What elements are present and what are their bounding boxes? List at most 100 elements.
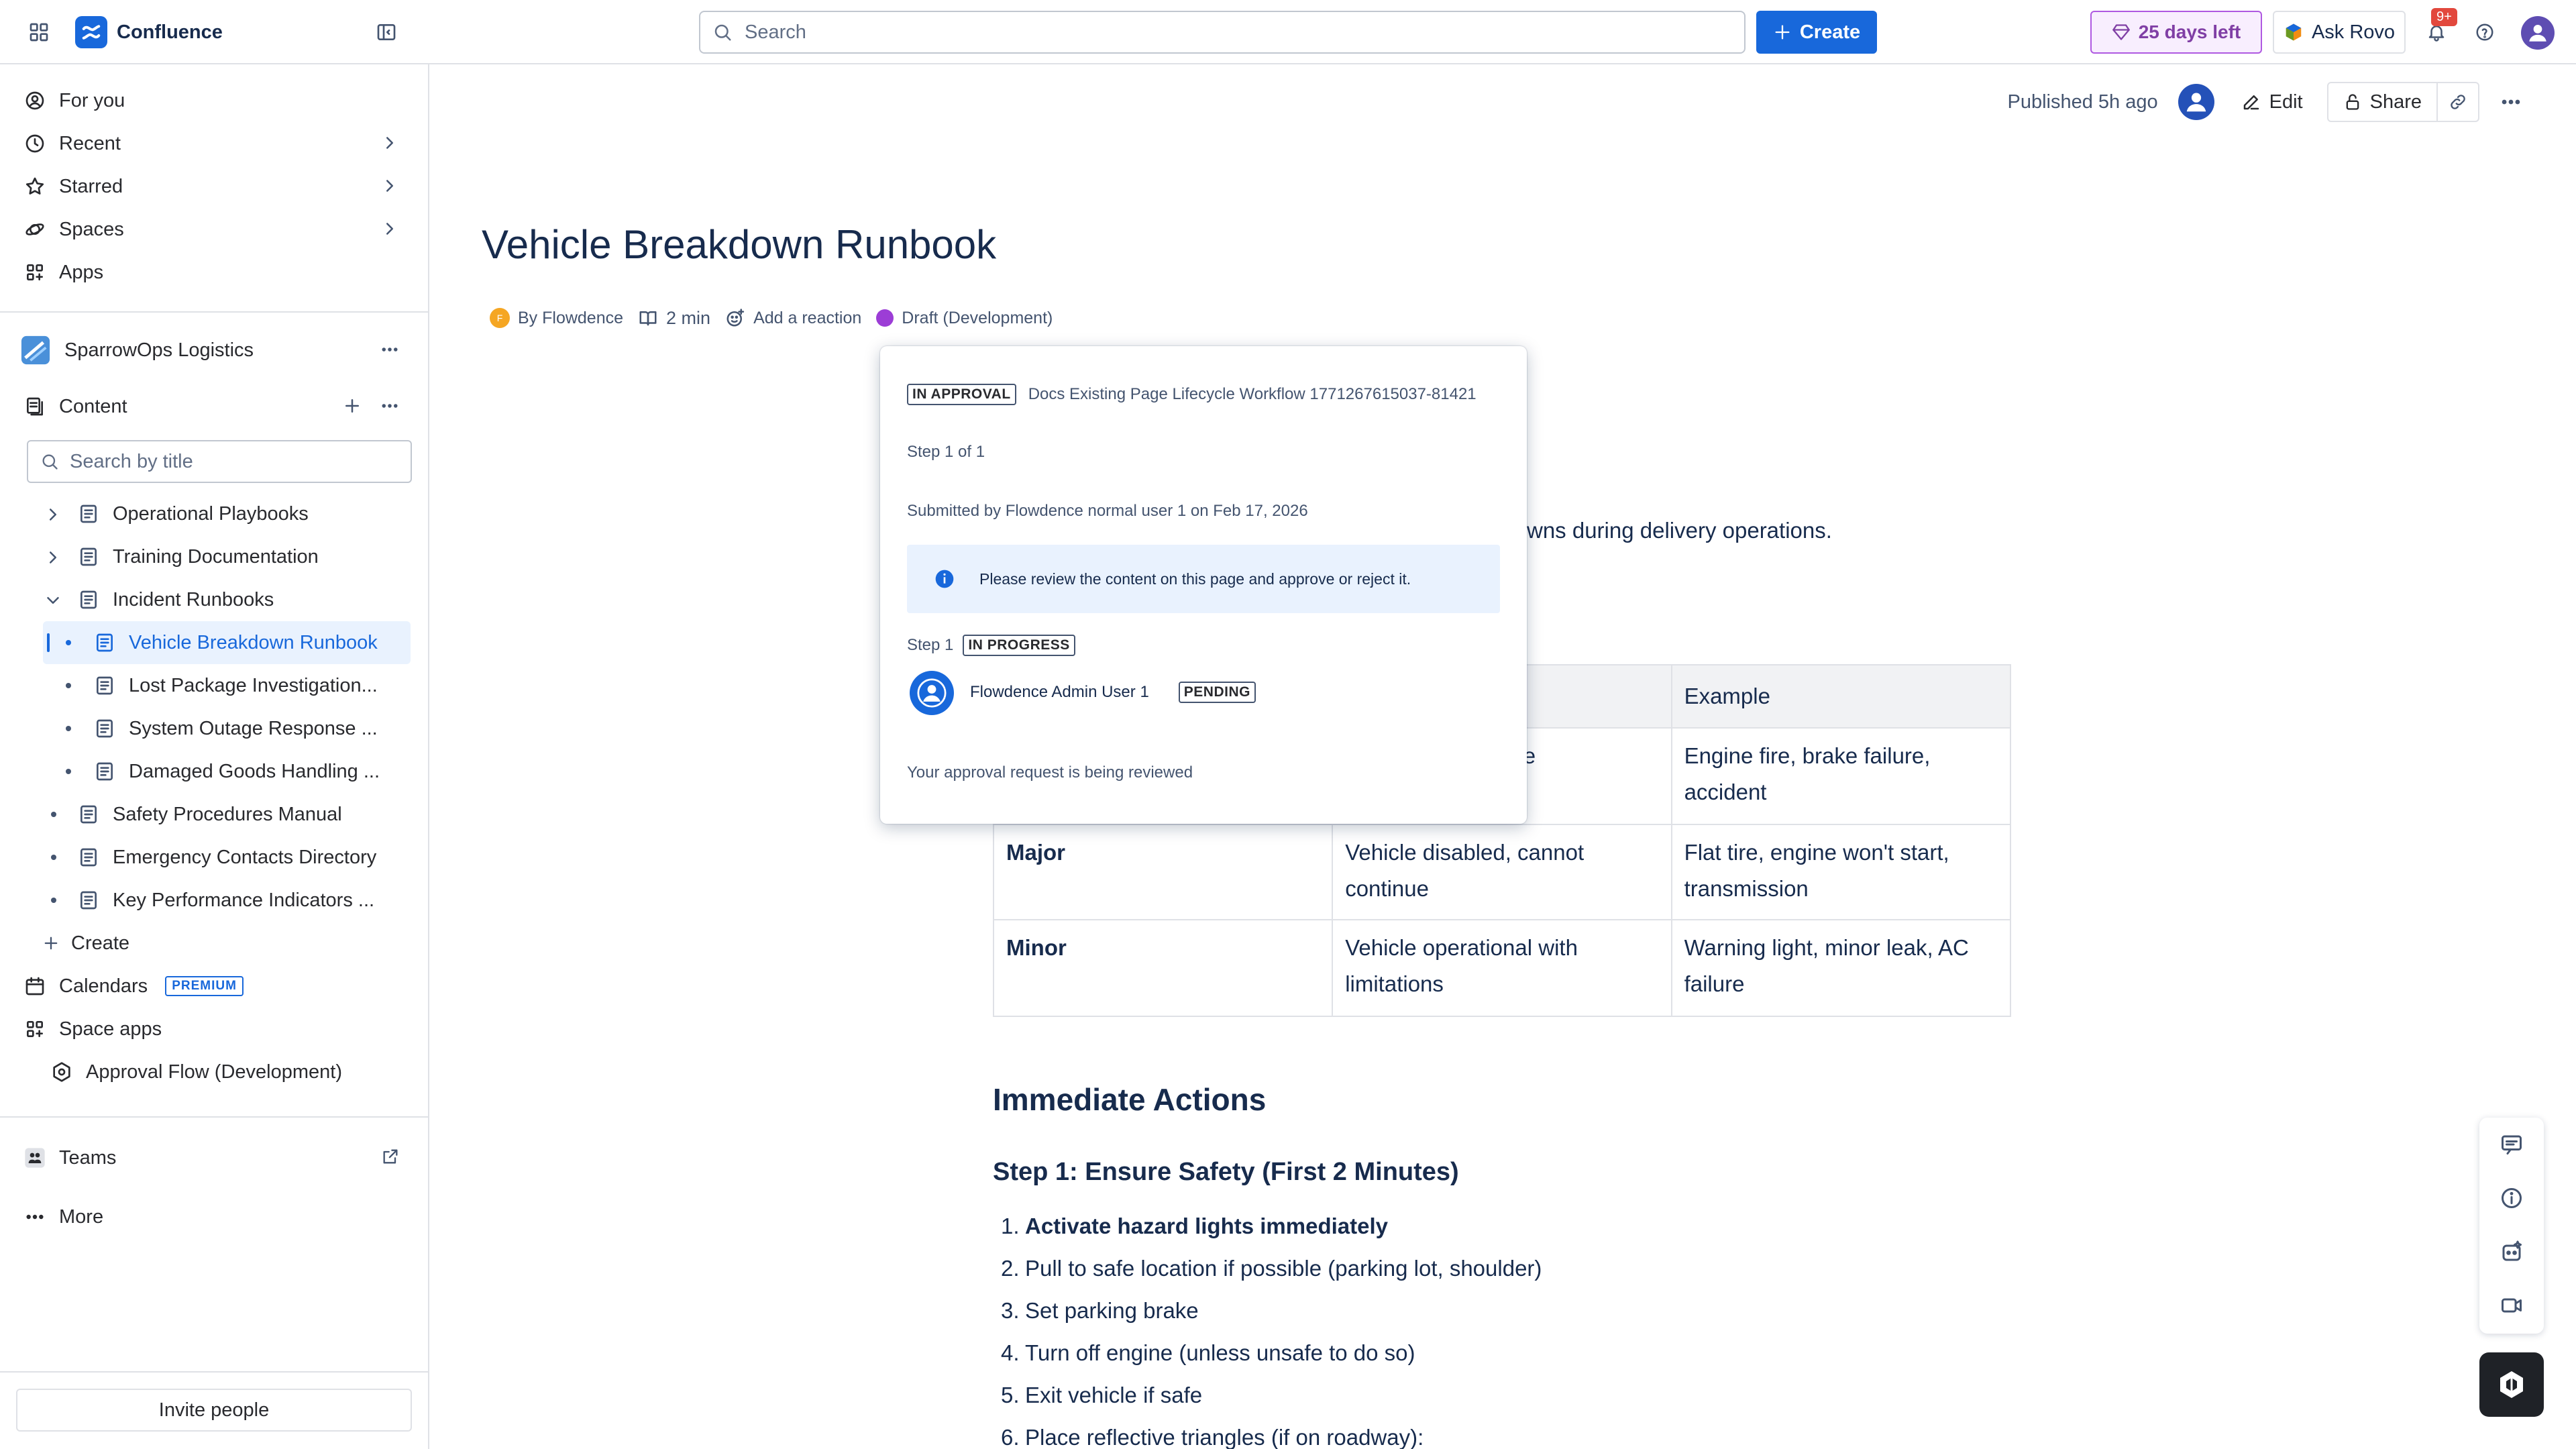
planet-icon bbox=[24, 219, 46, 240]
page-icon bbox=[78, 503, 99, 525]
page-icon bbox=[94, 761, 115, 782]
sidebar-divider bbox=[0, 1116, 428, 1118]
more-actions-icon[interactable] bbox=[380, 339, 400, 360]
chevron-right-icon[interactable] bbox=[43, 547, 63, 568]
top-navigation-bar: Confluence Search Create 25 days left As… bbox=[0, 0, 2576, 64]
tree-bullet bbox=[66, 726, 71, 731]
content-section-header[interactable]: Content bbox=[13, 385, 413, 428]
chevron-down-icon[interactable] bbox=[43, 590, 63, 610]
space-avatar-icon bbox=[20, 335, 51, 366]
list-item-text: Exit vehicle if safe bbox=[1025, 1382, 1203, 1407]
sidebar-item-label: Spaces bbox=[59, 218, 124, 240]
more-actions-icon[interactable] bbox=[2500, 91, 2522, 113]
trial-days-button[interactable]: 25 days left bbox=[2090, 11, 2262, 54]
tree-item-damaged-goods-handling[interactable]: Damaged Goods Handling ... bbox=[94, 750, 380, 793]
space-apps-label: Space apps bbox=[59, 1018, 162, 1040]
collapse-sidebar-icon[interactable] bbox=[372, 17, 401, 47]
more-label: More bbox=[59, 1205, 104, 1228]
sidebar-item-calendars[interactable]: Calendars PREMIUM bbox=[13, 965, 413, 1008]
sidebar-item-spaces[interactable]: Spaces bbox=[13, 208, 413, 251]
sidebar-item-teams[interactable]: Teams bbox=[13, 1136, 413, 1179]
tree-bullet bbox=[51, 812, 56, 817]
help-icon[interactable] bbox=[2470, 17, 2500, 47]
sidebar-item-recent[interactable]: Recent bbox=[13, 122, 413, 165]
app-launcher-button[interactable] bbox=[2479, 1352, 2544, 1417]
draft-status-label[interactable]: Draft (Development) bbox=[902, 309, 1053, 328]
table-cell: Flat tire, engine won't start, transmiss… bbox=[1670, 824, 2012, 920]
tree-item-incident-runbooks[interactable]: Incident Runbooks bbox=[78, 578, 274, 621]
confluence-logo[interactable]: Confluence bbox=[75, 16, 223, 48]
approver-avatar bbox=[910, 671, 954, 715]
info-icon[interactable] bbox=[2500, 1186, 2524, 1210]
edit-button[interactable]: Edit bbox=[2241, 91, 2303, 113]
sidebar-item-space-apps[interactable]: Space apps bbox=[13, 1008, 413, 1051]
chevron-right-icon[interactable] bbox=[43, 504, 63, 525]
create-button[interactable]: Create bbox=[1756, 11, 1877, 54]
tree-item-key-performance-indicators[interactable]: Key Performance Indicators ... bbox=[78, 879, 374, 922]
edit-label: Edit bbox=[2269, 91, 2303, 113]
add-reaction-label[interactable]: Add a reaction bbox=[753, 309, 861, 328]
invite-people-button[interactable]: Invite people bbox=[16, 1389, 412, 1432]
tree-item-training-documentation[interactable]: Training Documentation bbox=[78, 535, 319, 578]
create-button-label: Create bbox=[1799, 21, 1861, 43]
tree-bullet bbox=[66, 769, 71, 774]
list-number: 4. bbox=[1001, 1340, 1020, 1365]
sidebar-item-more[interactable]: More bbox=[13, 1195, 413, 1238]
share-label: Share bbox=[2369, 91, 2422, 113]
app-name: Confluence bbox=[117, 21, 223, 43]
ai-assist-icon[interactable] bbox=[2500, 1240, 2524, 1264]
table-row: Major Vehicle disabled, cannot continue … bbox=[992, 824, 2012, 920]
list-item: 2. Pull to safe location if possible (par… bbox=[1001, 1247, 1542, 1289]
table-cell: Vehicle disabled, cannot continue bbox=[1332, 824, 1672, 920]
sidebar-item-approval-flow[interactable]: Approval Flow (Development) bbox=[40, 1051, 413, 1093]
external-link-icon bbox=[381, 1147, 400, 1166]
page-byline: F By Flowdence 2 min Add a reaction Draf… bbox=[490, 305, 1053, 331]
author-avatar[interactable] bbox=[2178, 84, 2214, 120]
tree-item-label: Emergency Contacts Directory bbox=[113, 846, 377, 868]
list-number: 6. bbox=[1001, 1424, 1020, 1449]
content-more-icon[interactable] bbox=[380, 396, 400, 416]
copy-link-icon[interactable] bbox=[2438, 82, 2479, 122]
search-by-title-input[interactable]: Search by title bbox=[27, 440, 412, 483]
add-reaction-icon[interactable] bbox=[725, 308, 745, 328]
list-item: 1. Activate hazard lights immediately bbox=[1001, 1205, 1542, 1247]
sidebar-item-label: Recent bbox=[59, 132, 121, 154]
tree-item-vehicle-breakdown-runbook[interactable]: Vehicle Breakdown Runbook bbox=[94, 621, 378, 664]
list-item: 3. Set parking brake bbox=[1001, 1289, 1542, 1332]
sidebar-item-label: Starred bbox=[59, 175, 123, 197]
sidebar-item-for-you[interactable]: For you bbox=[13, 79, 413, 122]
tree-item-safety-procedures-manual[interactable]: Safety Procedures Manual bbox=[78, 793, 342, 836]
search-input[interactable]: Search bbox=[699, 11, 1746, 54]
list-item: 4. Turn off engine (unless unsafe to do s… bbox=[1001, 1332, 1542, 1374]
sidebar-item-apps[interactable]: Apps bbox=[13, 251, 413, 294]
add-content-icon[interactable] bbox=[342, 396, 362, 416]
star-icon bbox=[24, 176, 46, 197]
ask-rovo-label: Ask Rovo bbox=[2311, 21, 2396, 43]
app-switcher-icon[interactable] bbox=[24, 17, 54, 47]
chevron-right-icon bbox=[380, 176, 400, 196]
space-header[interactable]: SparrowOps Logistics bbox=[13, 329, 413, 372]
user-avatar[interactable] bbox=[2521, 16, 2555, 50]
ask-rovo-button[interactable]: Ask Rovo bbox=[2273, 11, 2406, 54]
tree-item-emergency-contacts-directory[interactable]: Emergency Contacts Directory bbox=[78, 836, 376, 879]
info-icon bbox=[934, 568, 955, 590]
comments-icon[interactable] bbox=[2500, 1132, 2524, 1157]
share-button[interactable]: Share bbox=[2326, 82, 2438, 122]
step-count: Step 1 of 1 bbox=[907, 443, 985, 461]
approval-footer: Your approval request is being reviewed bbox=[907, 763, 1193, 782]
sidebar-item-starred[interactable]: Starred bbox=[13, 165, 413, 208]
page-icon bbox=[94, 675, 115, 696]
approval-flow-label: Approval Flow (Development) bbox=[86, 1061, 342, 1083]
tree-selected-indicator bbox=[47, 633, 50, 652]
video-icon[interactable] bbox=[2500, 1293, 2524, 1318]
tree-item-lost-package-investigation[interactable]: Lost Package Investigation... bbox=[94, 664, 378, 707]
author-label[interactable]: By Flowdence bbox=[518, 309, 623, 328]
tree-item-operational-playbooks[interactable]: Operational Playbooks bbox=[78, 492, 309, 535]
page-icon bbox=[78, 546, 99, 568]
tree-item-system-outage-response[interactable]: System Outage Response ... bbox=[94, 707, 378, 750]
severity-cell: Minor bbox=[992, 919, 1334, 1017]
tree-create-button[interactable]: Create bbox=[42, 922, 129, 965]
book-icon bbox=[638, 308, 658, 328]
sidebar-item-label: For you bbox=[59, 89, 125, 111]
teams-label: Teams bbox=[59, 1146, 117, 1169]
